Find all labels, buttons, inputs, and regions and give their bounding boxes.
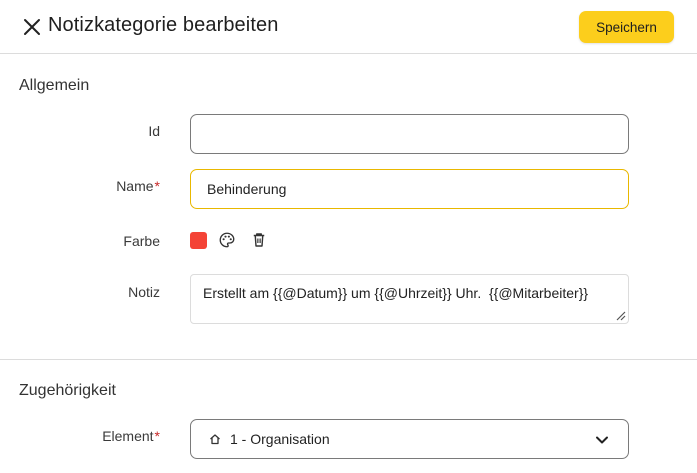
note-label: Notiz (0, 284, 160, 300)
name-label-text: Name (116, 178, 154, 194)
color-label: Farbe (0, 233, 160, 249)
required-marker: * (154, 428, 160, 444)
id-label-text: Id (148, 123, 160, 139)
element-select-value: 1 - Organisation (230, 431, 330, 447)
note-textarea[interactable]: Erstellt am {{@Datum}} um {{@Uhrzeit}} U… (190, 274, 629, 324)
id-field[interactable] (190, 114, 629, 154)
element-label-text: Element (102, 428, 154, 444)
palette-icon[interactable] (218, 231, 236, 249)
section-title-general: Allgemein (19, 77, 90, 94)
trash-icon[interactable] (250, 231, 268, 249)
element-select[interactable]: 1 - Organisation (190, 419, 629, 459)
required-marker: * (154, 178, 160, 194)
element-label: Element* (0, 428, 160, 444)
page-title: Notizkategorie bearbeiten (48, 14, 279, 36)
dialog-header: Notizkategorie bearbeiten Speichern (0, 0, 697, 54)
color-swatch[interactable] (190, 232, 207, 249)
home-icon (210, 434, 220, 445)
section-title-membership: Zugehörigkeit (19, 382, 116, 399)
name-field[interactable] (190, 169, 629, 209)
section-divider (0, 359, 697, 360)
save-button[interactable]: Speichern (579, 11, 674, 43)
name-label: Name* (0, 178, 160, 194)
note-label-text: Notiz (128, 284, 160, 300)
close-icon[interactable] (22, 17, 42, 37)
color-label-text: Farbe (123, 233, 160, 249)
chevron-down-icon[interactable] (594, 432, 610, 448)
id-label: Id (0, 123, 160, 139)
